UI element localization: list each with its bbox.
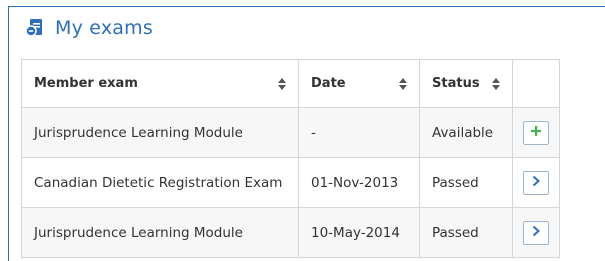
exam-date-cell: 01-Nov-2013 <box>298 157 420 208</box>
start-exam-button[interactable] <box>523 120 549 145</box>
panel-title: My exams <box>55 17 153 39</box>
sort-icon <box>492 77 500 90</box>
sort-icon <box>278 77 286 90</box>
panel-header: My exams <box>9 7 605 49</box>
column-header-status[interactable]: Status <box>419 59 513 108</box>
exam-date-cell: - <box>298 107 420 158</box>
plus-icon <box>530 125 542 141</box>
column-header-date[interactable]: Date <box>298 59 420 108</box>
exam-name-cell: Canadian Dietetic Registration Exam <box>21 157 299 208</box>
action-cell <box>512 107 560 158</box>
column-header-actions <box>512 59 560 108</box>
column-header-label: Member exam <box>34 76 138 91</box>
column-header-label: Date <box>311 76 346 91</box>
exam-name-cell: Jurisprudence Learning Module <box>21 207 299 258</box>
action-cell <box>512 157 560 208</box>
exam-name-cell: Jurisprudence Learning Module <box>21 107 299 158</box>
view-exam-button[interactable] <box>523 170 549 195</box>
column-header-label: Status <box>432 76 480 91</box>
chevron-right-icon <box>531 225 541 241</box>
exam-date-cell: 10-May-2014 <box>298 207 420 258</box>
table-header-row: Member exam Date Status <box>21 59 560 108</box>
exam-status-cell: Passed <box>419 157 513 208</box>
column-header-member-exam[interactable]: Member exam <box>21 59 299 108</box>
chevron-right-icon <box>531 175 541 191</box>
exam-document-icon <box>25 18 45 38</box>
exam-status-cell: Passed <box>419 207 513 258</box>
exams-table: Member exam Date Status Jurisprudence Le… <box>21 59 560 258</box>
action-cell <box>512 207 560 258</box>
exam-status-cell: Available <box>419 107 513 158</box>
my-exams-panel: My exams Member exam Date Status Jurispr… <box>8 6 605 261</box>
view-exam-button[interactable] <box>523 220 549 245</box>
table-row: Jurisprudence Learning Module - Availabl… <box>21 107 560 158</box>
sort-icon <box>399 77 407 90</box>
table-row: Canadian Dietetic Registration Exam 01-N… <box>21 157 560 208</box>
table-row: Jurisprudence Learning Module 10-May-201… <box>21 207 560 258</box>
